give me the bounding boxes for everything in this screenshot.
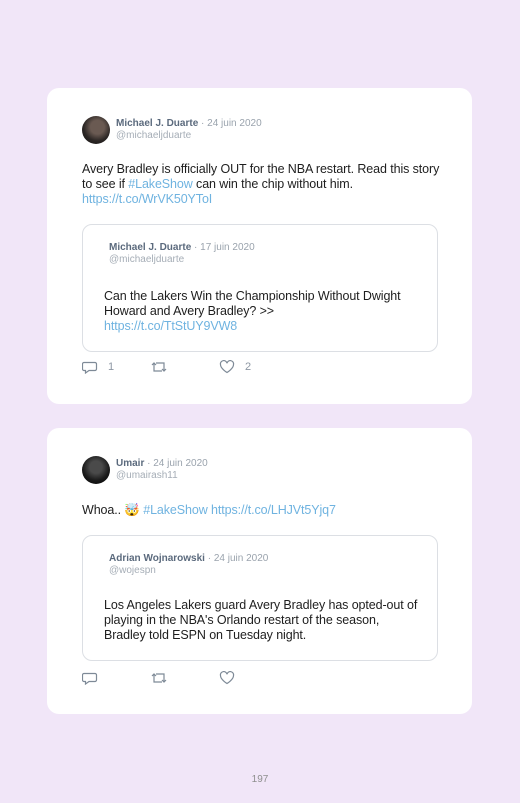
retweet-icon xyxy=(151,362,167,372)
reply-button[interactable] xyxy=(82,671,108,685)
avatar[interactable] xyxy=(82,116,110,144)
retweet-icon xyxy=(151,673,167,683)
tweet-header: Michael J. Duarte · 24 juin 2020 @michae… xyxy=(116,118,262,142)
tweet-text-part: Whoa.. xyxy=(82,503,125,517)
author-name[interactable]: Michael J. Duarte xyxy=(116,118,198,129)
quoted-header: Adrian Wojnarowski · 24 juin 2020 @wojes… xyxy=(109,553,268,577)
tweet-card: Michael J. Duarte · 24 juin 2020 @michae… xyxy=(47,88,472,404)
hashtag-link[interactable]: #LakeShow xyxy=(128,177,193,191)
author-handle[interactable]: @michaeljduarte xyxy=(116,130,262,142)
emoji-mind-blown: 🤯 xyxy=(124,503,140,517)
author-name[interactable]: Umair xyxy=(116,458,144,469)
like-icon xyxy=(219,360,235,374)
quoted-tweet[interactable]: Adrian Wojnarowski · 24 juin 2020 @wojes… xyxy=(82,535,438,661)
like-button[interactable] xyxy=(219,671,245,685)
tweet-date[interactable]: · 24 juin 2020 xyxy=(201,118,262,129)
quoted-text: Can the Lakers Win the Championship With… xyxy=(104,289,419,334)
reply-icon xyxy=(82,672,98,685)
quoted-text-body: Can the Lakers Win the Championship With… xyxy=(104,289,401,318)
author-handle[interactable]: @umairash11 xyxy=(116,470,208,482)
tweet-date[interactable]: · 24 juin 2020 xyxy=(147,458,208,469)
reply-button[interactable]: 1 xyxy=(82,360,114,374)
quoted-date[interactable]: · 17 juin 2020 xyxy=(194,242,255,253)
tweet-text-part: can win the chip without him. xyxy=(192,177,353,191)
retweet-button[interactable] xyxy=(150,360,178,374)
quoted-text-body: Los Angeles Lakers guard Avery Bradley h… xyxy=(104,598,418,642)
quoted-author-name[interactable]: Adrian Wojnarowski xyxy=(109,553,205,564)
quoted-link[interactable]: https://t.co/TtStUY9VW8 xyxy=(104,319,237,333)
tweet-card: Umair · 24 juin 2020 @umairash11 Whoa.. … xyxy=(47,428,472,714)
like-icon xyxy=(219,671,235,685)
tweet-link[interactable]: https://t.co/WrVK50YToI xyxy=(82,192,212,206)
reply-count: 1 xyxy=(108,361,115,373)
tweet-text: Avery Bradley is officially OUT for the … xyxy=(82,162,452,207)
quoted-handle[interactable]: @wojespn xyxy=(109,565,268,577)
hashtag-link[interactable]: #LakeShow xyxy=(143,503,208,517)
like-button[interactable]: 2 xyxy=(219,360,251,374)
avatar[interactable] xyxy=(82,456,110,484)
reply-icon xyxy=(82,361,98,374)
tweet-link[interactable]: https://t.co/LHJVt5Yjq7 xyxy=(211,503,336,517)
tweet-header: Umair · 24 juin 2020 @umairash11 xyxy=(116,458,208,482)
quoted-header: Michael J. Duarte · 17 juin 2020 @michae… xyxy=(109,242,255,266)
tweet-actions xyxy=(82,671,462,687)
like-count: 2 xyxy=(245,361,252,373)
tweet-actions: 1 2 xyxy=(82,360,462,376)
retweet-button[interactable] xyxy=(150,671,178,685)
quoted-text: Los Angeles Lakers guard Avery Bradley h… xyxy=(104,598,419,643)
page-number: 197 xyxy=(251,774,269,785)
quoted-handle[interactable]: @michaeljduarte xyxy=(109,254,255,266)
quoted-tweet[interactable]: Michael J. Duarte · 17 juin 2020 @michae… xyxy=(82,224,438,352)
quoted-date[interactable]: · 24 juin 2020 xyxy=(208,553,269,564)
quoted-author-name[interactable]: Michael J. Duarte xyxy=(109,242,191,253)
tweet-text: Whoa.. 🤯 #LakeShow https://t.co/LHJVt5Yj… xyxy=(82,503,452,518)
